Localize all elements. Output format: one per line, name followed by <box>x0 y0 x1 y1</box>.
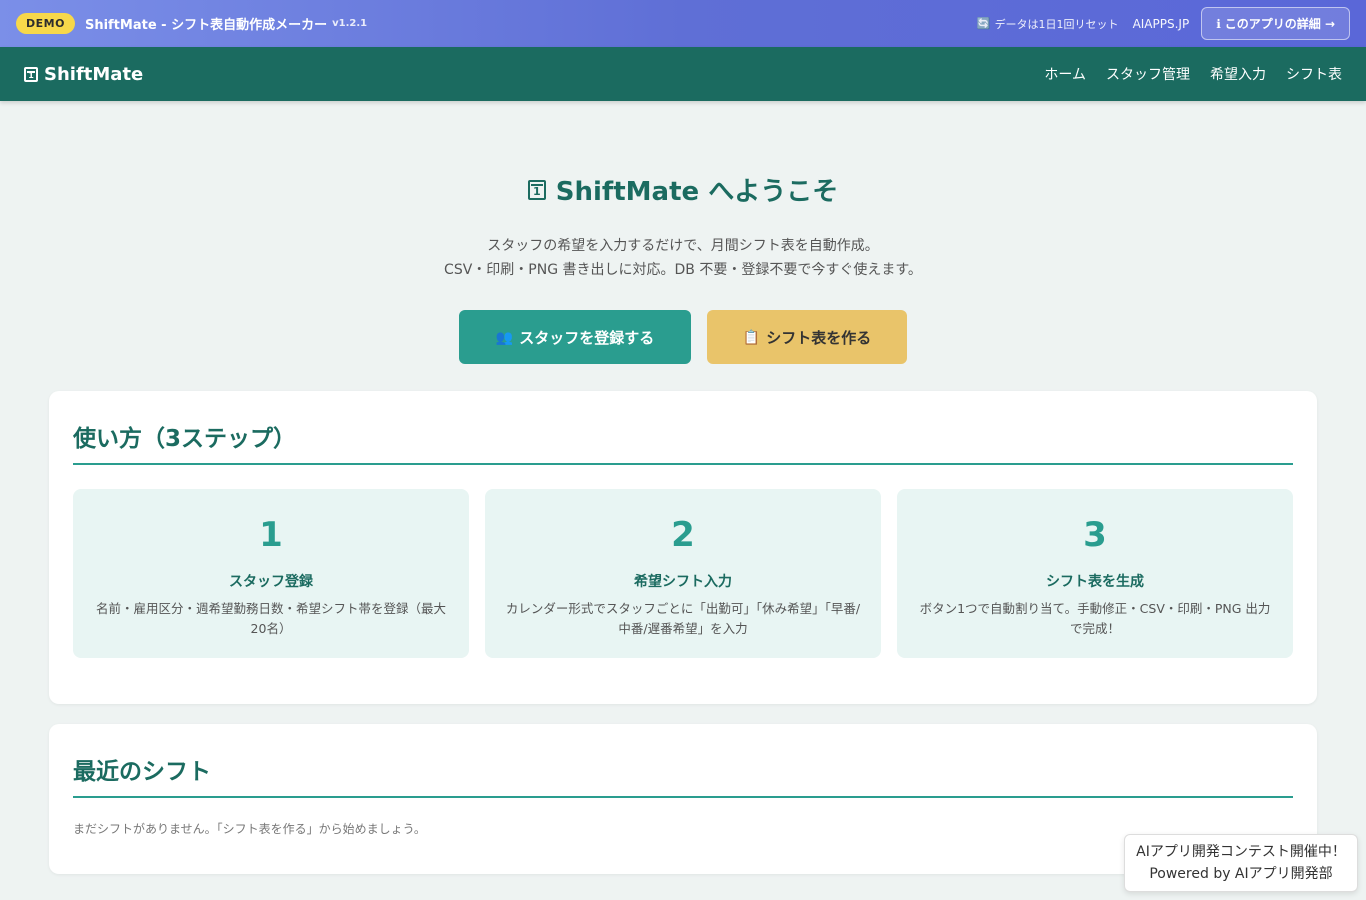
contest-banner[interactable]: AIアプリ開発コンテスト開催中！ Powered by AIアプリ開発部 <box>1124 834 1358 892</box>
step-card: 1 スタッフ登録 名前・雇用区分・週希望勤務日数・希望シフト帯を登録（最大20名… <box>73 489 469 658</box>
brand-logo[interactable]: ShiftMate <box>24 64 143 85</box>
step-description: カレンダー形式でスタッフごとに「出勤可」「休み希望」「早番/中番/遅番希望」を入… <box>505 601 861 636</box>
calendar-icon <box>24 66 38 82</box>
steps: 1 スタッフ登録 名前・雇用区分・週希望勤務日数・希望シフト帯を登録（最大20名… <box>73 489 1293 658</box>
main-nav: ShiftMate ホーム スタッフ管理 希望入力 シフト表 <box>0 47 1366 101</box>
hero-description: スタッフの希望を入力するだけで、月間シフト表を自動作成。 CSV・印刷・PNG … <box>0 234 1366 282</box>
clipboard-icon: 📋 <box>742 328 761 345</box>
step-card: 2 希望シフト入力 カレンダー形式でスタッフごとに「出勤可」「休み希望」「早番/… <box>485 489 881 658</box>
app-detail-label: このアプリの詳細 → <box>1224 17 1335 31</box>
refresh-icon: 🔄 <box>976 17 991 30</box>
app-detail-button[interactable]: ℹ このアプリの詳細 → <box>1201 7 1350 40</box>
step-number: 2 <box>671 515 695 555</box>
hero-section: ShiftMate へようこそ スタッフの希望を入力するだけで、月間シフト表を自… <box>0 101 1366 364</box>
nav-link-shift-table[interactable]: シフト表 <box>1286 64 1342 84</box>
brand-name: ShiftMate <box>44 63 144 85</box>
calendar-icon <box>527 179 546 200</box>
step-number: 3 <box>1083 515 1107 555</box>
nav-link-home[interactable]: ホーム <box>1044 64 1086 84</box>
demo-bar-right: 🔄 データは1日1回リセット AIAPPS.JP ℹ このアプリの詳細 → <box>977 7 1350 40</box>
hero-buttons: 👥 スタッフを登録する 📋 シフト表を作る <box>0 310 1366 364</box>
reset-note: 🔄 データは1日1回リセット <box>977 16 1119 32</box>
how-to-title: 使い方（3ステップ） <box>73 391 1293 465</box>
hero-desc-line2: CSV・印刷・PNG 書き出しに対応。DB 不要・登録不要で今すぐ使えます。 <box>444 262 922 278</box>
info-icon: ℹ <box>1216 16 1221 31</box>
page-title-text: ShiftMate へようこそ <box>555 177 839 207</box>
contest-line2: Powered by AIアプリ開発部 <box>1149 866 1333 882</box>
demo-version: v1.2.1 <box>332 18 368 29</box>
users-icon: 👥 <box>495 328 514 345</box>
step-description: ボタン1つで自動割り当て。手動修正・CSV・印刷・PNG 出力で完成！ <box>919 601 1271 636</box>
nav-link-requests[interactable]: 希望入力 <box>1210 64 1266 84</box>
nav-links: ホーム スタッフ管理 希望入力 シフト表 <box>1044 64 1342 84</box>
contest-line1: AIアプリ開発コンテスト開催中！ <box>1136 844 1346 860</box>
create-shift-button[interactable]: 📋 シフト表を作る <box>707 310 907 364</box>
site-link[interactable]: AIAPPS.JP <box>1133 17 1190 31</box>
step-number: 1 <box>259 515 283 555</box>
step-title: 希望シフト入力 <box>634 574 732 590</box>
step-description: 名前・雇用区分・週希望勤務日数・希望シフト帯を登録（最大20名） <box>95 601 446 636</box>
reset-note-text: データは1日1回リセット <box>994 17 1119 31</box>
demo-bar: DEMO ShiftMate - シフト表自動作成メーカー v1.2.1 🔄 デ… <box>0 0 1366 47</box>
register-staff-button[interactable]: 👥 スタッフを登録する <box>459 310 691 364</box>
hero-desc-line1: スタッフの希望を入力するだけで、月間シフト表を自動作成。 <box>487 238 879 254</box>
page-title: ShiftMate へようこそ <box>0 171 1366 208</box>
step-title: スタッフ登録 <box>229 574 313 590</box>
demo-title: ShiftMate - シフト表自動作成メーカー <box>84 18 328 33</box>
create-shift-label: シフト表を作る <box>766 329 872 347</box>
recent-shifts-title: 最近のシフト <box>73 724 1293 798</box>
register-staff-label: スタッフを登録する <box>519 329 655 347</box>
step-card: 3 シフト表を生成 ボタン1つで自動割り当て。手動修正・CSV・印刷・PNG 出… <box>897 489 1293 658</box>
nav-link-staff[interactable]: スタッフ管理 <box>1106 64 1190 84</box>
demo-badge: DEMO <box>16 13 75 34</box>
how-to-card: 使い方（3ステップ） 1 スタッフ登録 名前・雇用区分・週希望勤務日数・希望シフ… <box>49 391 1317 704</box>
recent-shifts-empty: まだシフトがありません。「シフト表を作る」から始めましょう。 <box>73 822 426 836</box>
step-title: シフト表を生成 <box>1046 574 1144 590</box>
